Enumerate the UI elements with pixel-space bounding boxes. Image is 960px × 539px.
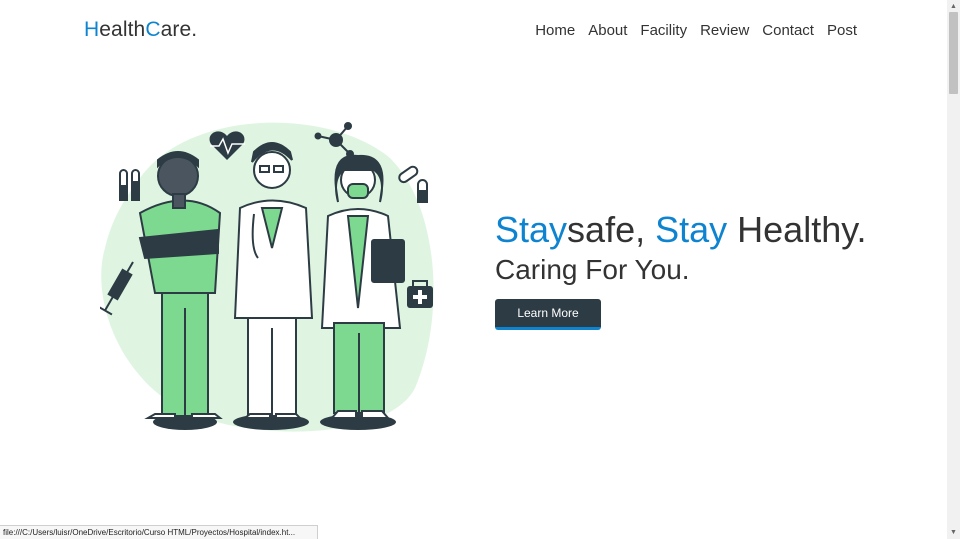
nav-post[interactable]: Post [827,22,857,39]
hero-headline: Staysafe, Stay Healthy. [495,208,867,252]
hero-text: Staysafe, Stay Healthy. Caring For You. … [495,208,867,330]
headline-safe: safe, [567,209,656,250]
nav-facility[interactable]: Facility [640,22,687,39]
headline-stay-1: Stay [495,209,568,250]
learn-more-button[interactable]: Learn More [495,299,601,330]
scroll-thumb[interactable] [949,12,958,94]
main-nav: Home About Facility Review Contact Post [522,22,857,39]
nav-home[interactable]: Home [535,22,575,39]
status-bar-url: file:///C:/Users/luisr/OneDrive/Escritor… [0,525,318,539]
headline-stay-2: Stay [655,209,728,250]
navbar: HealthCare. Home About Facility Review C… [0,0,947,62]
nav-contact[interactable]: Contact [762,22,814,39]
vertical-scrollbar[interactable]: ▲ ▼ [947,0,960,539]
nav-about[interactable]: About [588,22,627,39]
scroll-down-icon[interactable]: ▼ [950,529,957,536]
logo[interactable]: HealthCare. [84,18,197,42]
logo-letter-h: H [84,18,100,41]
doctors-illustration [100,122,434,432]
logo-text-1: ealth [99,18,146,41]
logo-text-2: are. [160,18,198,41]
hero-subline: Caring For You. [495,254,690,285]
nav-review[interactable]: Review [700,22,749,39]
headline-healthy: Healthy. [727,209,867,250]
scroll-up-icon[interactable]: ▲ [950,3,957,10]
logo-letter-c: C [145,18,161,41]
